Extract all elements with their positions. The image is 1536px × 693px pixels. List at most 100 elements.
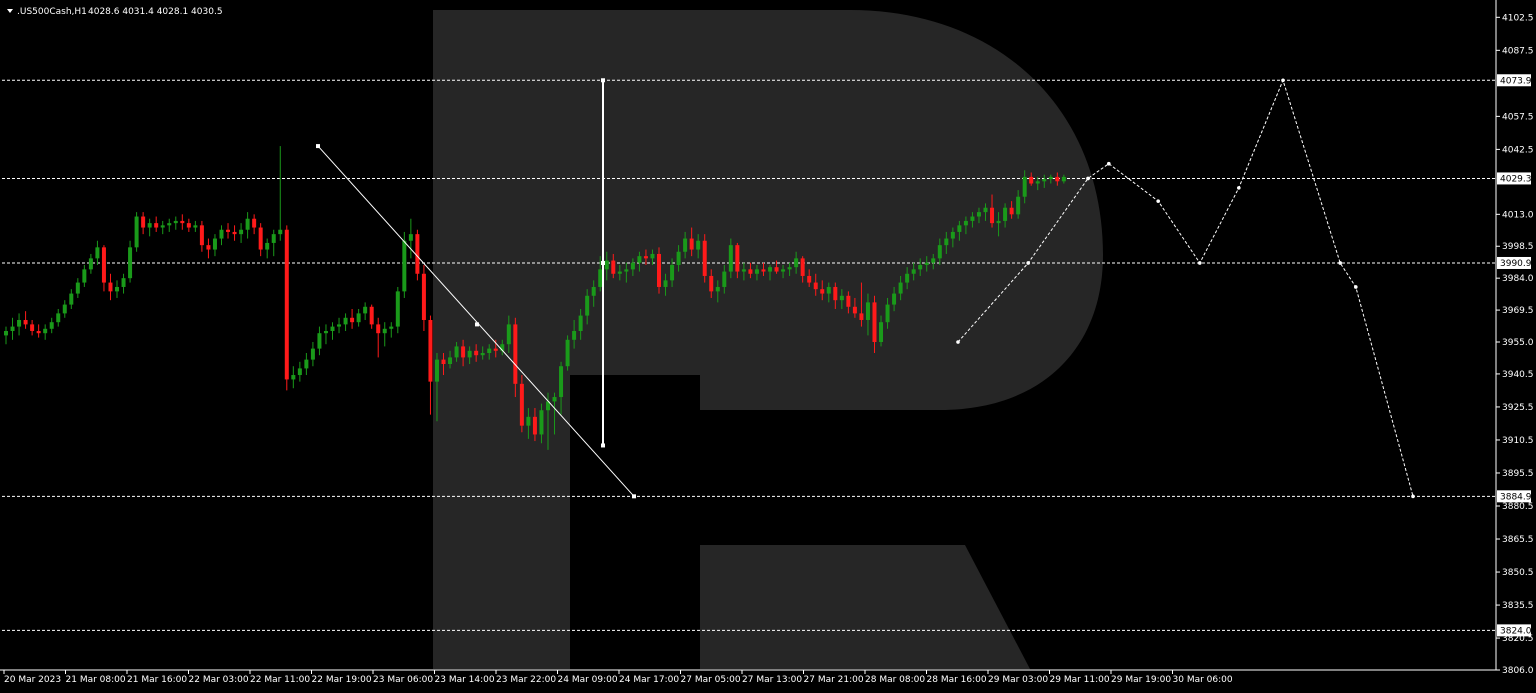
candle-body bbox=[88, 258, 93, 270]
candle-body bbox=[572, 330, 577, 340]
candle-body bbox=[826, 286, 831, 294]
price-tick-label: 3969.5 bbox=[1502, 306, 1534, 316]
time-tick-label: 23 Mar 14:00 bbox=[435, 675, 495, 685]
candle-body bbox=[911, 269, 916, 274]
candle-body bbox=[1016, 196, 1021, 215]
forecast-point-marker bbox=[1107, 161, 1111, 166]
candle-body bbox=[976, 212, 981, 217]
wave-point-marker bbox=[601, 78, 605, 83]
candle-body bbox=[885, 304, 890, 323]
candle-body bbox=[983, 207, 988, 213]
price-tick-label: 3850.5 bbox=[1502, 568, 1534, 578]
candle-body bbox=[454, 346, 459, 358]
candle-body bbox=[591, 286, 596, 296]
candle-body bbox=[1048, 176, 1053, 180]
forecast-point-marker bbox=[956, 340, 960, 344]
candle-body bbox=[1055, 176, 1060, 182]
candle-body bbox=[963, 220, 968, 226]
time-tick-label: 29 Mar 19:00 bbox=[1111, 675, 1171, 685]
forecast-point-marker bbox=[1237, 186, 1241, 190]
candle-body bbox=[36, 330, 41, 334]
symbol-timeframe: .US500Cash,H1 bbox=[17, 7, 87, 17]
price-tick-label: 3880.5 bbox=[1502, 502, 1534, 512]
candle-body bbox=[852, 306, 857, 314]
candle-body bbox=[363, 306, 368, 314]
candle-body bbox=[69, 293, 74, 305]
candlestick-chart[interactable]: 4102.5 4087.5 4057.5 4042.5 4013.0 3998.5 3984… bbox=[0, 0, 1536, 689]
candle-body bbox=[395, 291, 400, 327]
candle-body bbox=[441, 359, 446, 365]
candle bbox=[395, 286, 400, 334]
candle-body bbox=[154, 223, 159, 228]
candle-body bbox=[82, 269, 87, 283]
candle-body bbox=[944, 238, 949, 246]
candle bbox=[134, 212, 139, 252]
candle-body bbox=[761, 269, 766, 272]
candle-body bbox=[115, 286, 120, 292]
candle-body bbox=[382, 328, 387, 334]
level-price-label: 3884.9 bbox=[1500, 492, 1532, 502]
price-tick-label: 4102.5 bbox=[1502, 13, 1534, 23]
time-tick-label: 27 Mar 05:00 bbox=[681, 675, 741, 685]
candle-body bbox=[1035, 181, 1040, 184]
candle-body bbox=[846, 295, 851, 307]
candle-body bbox=[905, 273, 910, 283]
time-tick-label: 22 Mar 11:00 bbox=[250, 675, 310, 685]
candle-body bbox=[637, 256, 642, 263]
time-tick-label: 30 Mar 06:00 bbox=[1173, 675, 1233, 685]
time-tick-label: 27 Mar 21:00 bbox=[804, 675, 864, 685]
candle-body bbox=[918, 264, 923, 270]
candle-body bbox=[356, 313, 361, 323]
candle-body bbox=[748, 269, 753, 274]
forecast-point-marker bbox=[1338, 261, 1342, 265]
candle-body bbox=[539, 410, 544, 435]
candle-body bbox=[212, 238, 217, 250]
candle-body bbox=[389, 326, 394, 329]
candle-body bbox=[833, 286, 838, 301]
candle-body bbox=[1009, 207, 1014, 215]
candle-body bbox=[56, 313, 61, 323]
candle-body bbox=[304, 359, 309, 369]
candle-body bbox=[448, 357, 453, 365]
candle-body bbox=[62, 304, 67, 314]
candle-body bbox=[219, 229, 224, 239]
time-tick-label: 28 Mar 08:00 bbox=[865, 675, 925, 685]
candle-body bbox=[206, 245, 211, 250]
candle bbox=[657, 247, 661, 294]
candle-body bbox=[376, 324, 381, 334]
candle-body bbox=[865, 302, 870, 320]
level-price-label: 4029.3 bbox=[1500, 174, 1532, 184]
forecast-point-marker bbox=[1411, 494, 1415, 499]
candle-body bbox=[258, 227, 263, 250]
candle-body bbox=[670, 264, 675, 281]
candle-body bbox=[493, 348, 498, 351]
candle-body bbox=[297, 368, 302, 376]
candle-body bbox=[957, 225, 962, 232]
candle-body bbox=[781, 269, 786, 272]
candle-body bbox=[506, 324, 511, 345]
candle-body bbox=[17, 319, 22, 327]
candle-body bbox=[323, 330, 328, 334]
candle-body bbox=[702, 240, 707, 276]
time-tick-label: 20 Mar 2023 bbox=[4, 675, 61, 685]
candle-body bbox=[696, 240, 701, 250]
candle-body bbox=[709, 275, 714, 292]
candle-body bbox=[728, 245, 733, 272]
candle-body bbox=[598, 269, 603, 287]
candle-body bbox=[774, 267, 779, 272]
ohlc-readout: 4028.6 4031.4 4028.1 4030.5 bbox=[88, 7, 223, 17]
candle-body bbox=[898, 282, 903, 294]
candle-body bbox=[350, 317, 355, 323]
candle-body bbox=[10, 326, 15, 331]
candle-body bbox=[552, 397, 557, 402]
candle-body bbox=[4, 330, 8, 336]
candle-body bbox=[1061, 176, 1066, 182]
candle-body bbox=[186, 223, 191, 228]
candle-body bbox=[467, 350, 472, 358]
candle-body bbox=[643, 256, 648, 259]
candle-body bbox=[121, 278, 126, 287]
candle-body bbox=[630, 262, 635, 270]
price-tick-label: 3910.5 bbox=[1502, 436, 1534, 446]
price-tick-label: 4087.5 bbox=[1502, 46, 1534, 56]
candle-body bbox=[768, 267, 773, 272]
